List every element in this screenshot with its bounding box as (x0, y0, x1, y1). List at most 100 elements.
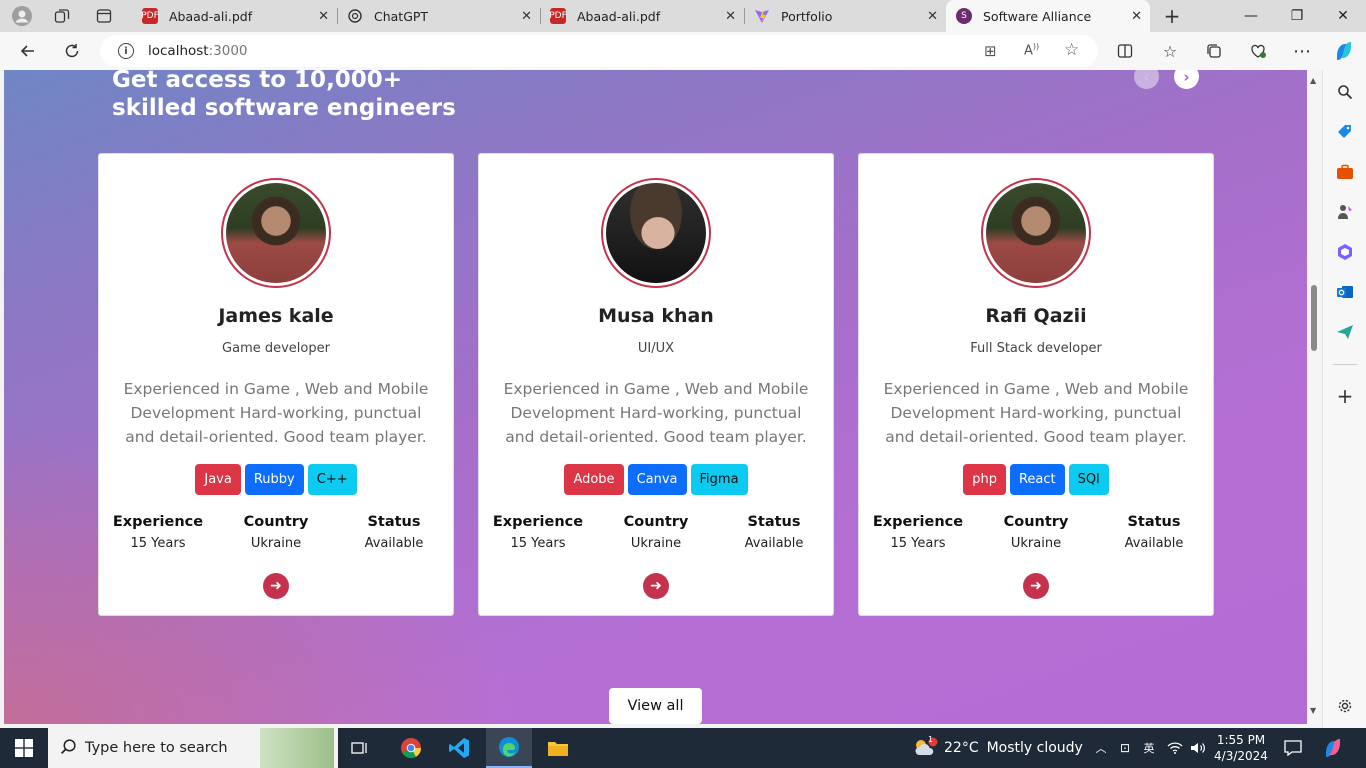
tab-abaad-pdf-1[interactable]: PDF Abaad-ali.pdf ✕ (132, 0, 337, 32)
skill-badge: Adobe (564, 464, 624, 495)
skill-badge: Canva (627, 464, 687, 495)
input-method-icon[interactable]: 英 (1138, 728, 1160, 768)
page-scrollbar[interactable]: ▲ ▼ (1307, 70, 1322, 724)
refresh-icon[interactable] (57, 36, 87, 66)
engineer-description: Experienced in Game , Web and Mobile Dev… (123, 380, 429, 446)
avatar (221, 178, 331, 288)
close-tab-icon[interactable]: ✕ (725, 9, 736, 24)
favorites-icon[interactable]: ☆ (1155, 36, 1185, 66)
browser-tab-bar: PDF Abaad-ali.pdf ✕ ChatGPT ✕ PDF Abaad-… (0, 0, 1366, 32)
stat-value: Ukraine (630, 536, 682, 551)
weather-cloudy-icon[interactable]: 1 (910, 728, 940, 768)
stat-label: Experience (112, 514, 204, 530)
taskbar-search-input[interactable]: Type here to search (48, 728, 338, 768)
notifications-icon[interactable] (1280, 728, 1306, 768)
new-tab-icon[interactable]: + (1156, 0, 1188, 32)
pdf-icon: PDF (141, 8, 159, 24)
tab-abaad-pdf-2[interactable]: PDF Abaad-ali.pdf ✕ (540, 0, 744, 32)
stat-value: Available (744, 536, 804, 551)
wifi-icon[interactable] (1164, 728, 1186, 768)
outlook-icon[interactable] (1335, 282, 1355, 302)
url-input[interactable]: i localhost:3000 ⊞ A)) ☆ (100, 35, 1098, 67)
windows-taskbar: Type here to search 1 22°C Mostly cloudy… (0, 728, 1366, 768)
tab-portfolio[interactable]: Portfolio ✕ (744, 0, 946, 32)
chrome-icon[interactable] (392, 728, 430, 768)
view-all-button[interactable]: View all (609, 688, 702, 724)
minimize-icon[interactable]: — (1228, 0, 1274, 32)
engineer-description: Experienced in Game , Web and Mobile Dev… (883, 380, 1189, 446)
games-icon[interactable] (1335, 202, 1355, 222)
engineer-role: Full Stack developer (970, 341, 1102, 356)
restore-icon[interactable]: ❐ (1274, 0, 1320, 32)
stat-value: Ukraine (1010, 536, 1062, 551)
weather-widget[interactable]: 22°C Mostly cloudy (944, 728, 1083, 768)
stat-label: Status (747, 514, 801, 530)
close-tab-icon[interactable]: ✕ (521, 9, 532, 24)
page-viewport: Get access to 10,000+ skilled software e… (4, 70, 1307, 724)
edge-taskbar-icon[interactable] (486, 728, 532, 768)
engineer-name: James kale (218, 305, 334, 327)
tab-chatgpt[interactable]: ChatGPT ✕ (337, 0, 540, 32)
chatgpt-icon (347, 8, 363, 24)
engineer-stats: Experience 15 Years Country Ukraine Status… (859, 514, 1213, 551)
read-aloud-icon[interactable]: A)) (1024, 42, 1039, 58)
tab-software-alliance[interactable]: S Software Alliance ✕ (946, 0, 1150, 32)
app-available-icon[interactable]: ⊞ (984, 42, 997, 60)
volume-icon[interactable] (1188, 728, 1208, 768)
engineer-role: Game developer (222, 341, 330, 356)
weather-badge: 1 (928, 735, 934, 744)
task-view-icon[interactable] (342, 728, 378, 768)
split-screen-icon[interactable] (1110, 36, 1140, 66)
favorite-star-icon[interactable]: ☆ (1064, 40, 1079, 60)
back-icon[interactable] (13, 36, 43, 66)
skill-badge: SQl (1068, 464, 1109, 495)
more-options-icon[interactable]: ⋯ (1287, 36, 1317, 66)
search-highlight-image (260, 728, 334, 768)
site-icon: S (956, 8, 972, 24)
settings-gear-icon[interactable] (1335, 696, 1355, 716)
vscode-icon[interactable] (440, 728, 478, 768)
copilot-icon[interactable] (1329, 36, 1359, 66)
engineer-card: James kale Game developer Experienced in… (98, 153, 454, 616)
close-window-icon[interactable]: ✕ (1320, 0, 1366, 32)
meet-now-icon[interactable]: ⊡ (1116, 728, 1134, 768)
scroll-down-icon[interactable]: ▼ (1310, 706, 1316, 715)
scrollbar-thumb[interactable] (1311, 285, 1317, 351)
shopping-tag-icon[interactable] (1335, 122, 1355, 142)
profile-icon[interactable] (6, 0, 38, 32)
clock-date: 4/3/2024 (1214, 749, 1268, 763)
collections-icon[interactable] (1199, 36, 1229, 66)
page-heading: Get access to 10,000+ skilled software e… (112, 70, 456, 121)
view-profile-arrow-icon[interactable]: ➜ (1023, 573, 1049, 599)
tab-title: ChatGPT (374, 8, 429, 24)
view-profile-arrow-icon[interactable]: ➜ (643, 573, 669, 599)
show-hidden-icons-chevron-icon[interactable]: ︿ (1092, 728, 1110, 768)
tab-actions-icon[interactable] (88, 0, 120, 32)
clock[interactable]: 1:55 PM 4/3/2024 (1214, 728, 1268, 768)
tools-briefcase-icon[interactable] (1335, 162, 1355, 182)
file-explorer-icon[interactable] (540, 728, 576, 768)
clock-time: 1:55 PM (1216, 733, 1266, 747)
stat-value: Ukraine (250, 536, 302, 551)
pdf-icon: PDF (549, 8, 567, 24)
carousel-prev-button[interactable]: ‹ (1134, 70, 1159, 89)
workspaces-icon[interactable] (46, 0, 78, 32)
close-tab-icon[interactable]: ✕ (927, 9, 938, 24)
add-sidebar-app-icon[interactable]: + (1335, 384, 1355, 408)
scroll-up-icon[interactable]: ▲ (1310, 76, 1316, 85)
tab-title: Portfolio (781, 8, 833, 24)
browser-essentials-icon[interactable] (1243, 36, 1273, 66)
stat-label: Country (623, 514, 689, 530)
close-tab-icon[interactable]: ✕ (1131, 9, 1142, 24)
site-info-icon[interactable]: i (118, 43, 134, 59)
microsoft365-icon[interactable] (1335, 242, 1355, 262)
windows-start-icon[interactable] (0, 728, 48, 768)
close-tab-icon[interactable]: ✕ (318, 9, 329, 24)
carousel-next-button[interactable]: › (1174, 70, 1199, 89)
stat-label: Experience (492, 514, 584, 530)
view-profile-arrow-icon[interactable]: ➜ (263, 573, 289, 599)
copilot-taskbar-icon[interactable] (1318, 728, 1348, 768)
skill-badge: Figma (690, 464, 748, 495)
send-icon[interactable] (1335, 322, 1355, 342)
search-icon[interactable] (1335, 82, 1355, 102)
